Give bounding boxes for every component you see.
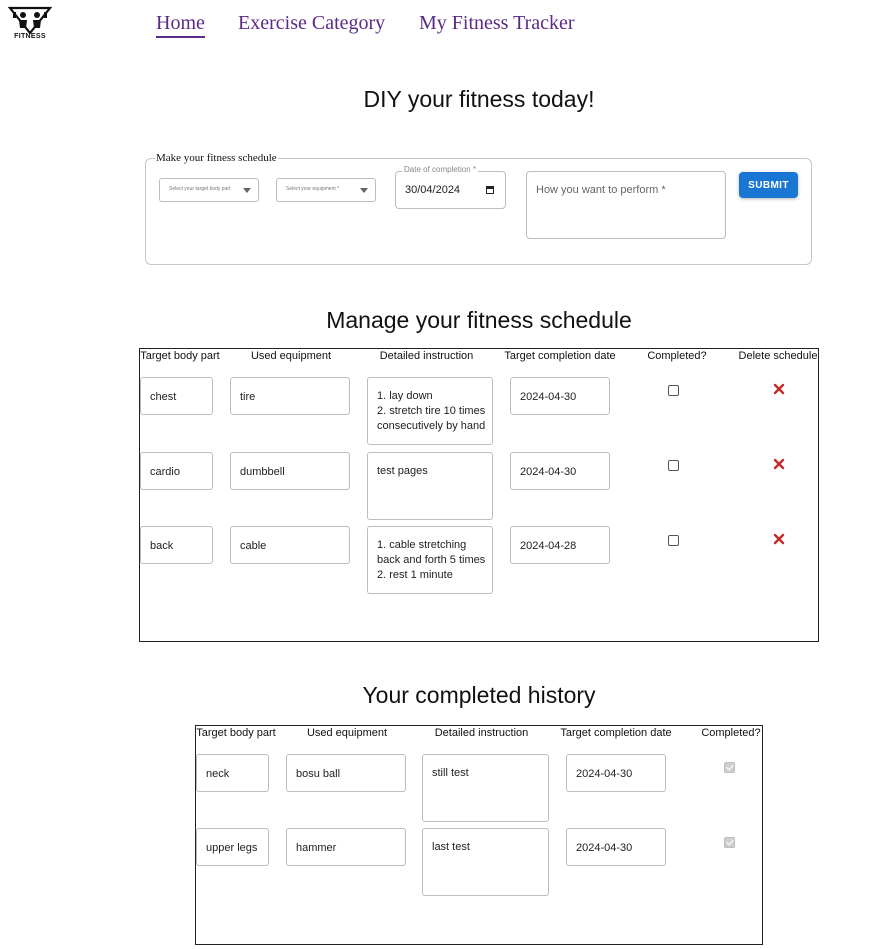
table-row-body-part[interactable]: back xyxy=(140,526,213,564)
col-header-equipment: Used equipment xyxy=(306,727,388,739)
table-row-equipment[interactable]: hammer xyxy=(286,828,406,866)
delete-icon[interactable] xyxy=(773,533,785,545)
table-row-equipment[interactable]: cable xyxy=(230,526,350,564)
chevron-down-icon xyxy=(360,188,368,193)
table-row-body-part[interactable]: neck xyxy=(196,754,269,792)
completion-date-value: 30/04/2024 xyxy=(405,184,461,196)
completion-date-input[interactable]: 30/04/2024 xyxy=(395,171,506,209)
nav-my-fitness-tracker[interactable]: My Fitness Tracker xyxy=(419,12,575,35)
nav-exercise-category[interactable]: Exercise Category xyxy=(238,12,385,35)
col-header-delete: Delete schedule xyxy=(738,350,818,362)
fitness-logo-icon xyxy=(7,6,53,35)
table-row-instruction[interactable]: still test xyxy=(422,754,549,822)
page-title: DIY your fitness today! xyxy=(363,86,595,112)
nav-home[interactable]: Home xyxy=(156,12,205,38)
table-row-instruction[interactable]: 1. lay down 2. stretch tire 10 times con… xyxy=(367,377,493,445)
completed-checkbox[interactable] xyxy=(668,460,679,471)
completed-checkbox[interactable] xyxy=(668,535,679,546)
instruction-placeholder: How you want to perform * xyxy=(536,184,666,196)
equipment-placeholder: Select your equipment * xyxy=(286,186,340,192)
table-row-date[interactable]: 2024-04-30 xyxy=(510,452,610,490)
completion-date-label: Date of completion * xyxy=(402,165,479,174)
table-row-instruction[interactable]: last test xyxy=(422,828,549,896)
equipment-select[interactable]: Select your equipment * xyxy=(276,178,376,202)
col-header-date: Target completion date xyxy=(504,350,616,362)
table-row-body-part[interactable]: chest xyxy=(140,377,213,415)
table-row-equipment[interactable]: dumbbell xyxy=(230,452,350,490)
col-header-completed: Completed? xyxy=(647,350,707,362)
delete-icon[interactable] xyxy=(773,458,785,470)
completed-checkbox xyxy=(724,762,735,773)
table-row-instruction[interactable]: 1. cable stretching back and forth 5 tim… xyxy=(367,526,493,594)
completed-checkbox[interactable] xyxy=(668,385,679,396)
completed-checkbox xyxy=(724,837,735,848)
form-legend: Make your fitness schedule xyxy=(155,152,278,164)
calendar-icon[interactable] xyxy=(486,186,494,194)
table-row-instruction[interactable]: test pages xyxy=(367,452,493,520)
chevron-down-icon xyxy=(243,188,251,193)
table-row-date[interactable]: 2024-04-30 xyxy=(566,828,666,866)
col-header-completed: Completed? xyxy=(701,727,761,739)
table-row-equipment[interactable]: tire xyxy=(230,377,350,415)
col-header-body-part: Target body part xyxy=(196,727,276,739)
table-row-body-part[interactable]: cardio xyxy=(140,452,213,490)
submit-button[interactable]: SUBMIT xyxy=(739,172,798,198)
table-row-date[interactable]: 2024-04-28 xyxy=(510,526,610,564)
brand-logo[interactable]: FITNESS xyxy=(7,6,53,46)
table-row-body-part[interactable]: upper legs xyxy=(196,828,269,866)
instruction-input[interactable]: How you want to perform * xyxy=(526,171,726,239)
col-header-instruction: Detailed instruction xyxy=(379,350,474,362)
table-row-equipment[interactable]: bosu ball xyxy=(286,754,406,792)
manage-title: Manage your fitness schedule xyxy=(326,307,632,333)
body-part-select[interactable]: Select your target body part xyxy=(159,178,259,202)
col-header-equipment: Used equipment xyxy=(250,350,332,362)
table-row-date[interactable]: 2024-04-30 xyxy=(510,377,610,415)
body-part-placeholder: Select your target body part xyxy=(169,186,231,192)
col-header-date: Target completion date xyxy=(560,727,672,739)
logo-text: FITNESS xyxy=(14,33,46,40)
table-row-date[interactable]: 2024-04-30 xyxy=(566,754,666,792)
delete-icon[interactable] xyxy=(773,383,785,395)
col-header-instruction: Detailed instruction xyxy=(434,727,529,739)
history-title: Your completed history xyxy=(362,682,596,708)
col-header-body-part: Target body part xyxy=(140,350,220,362)
